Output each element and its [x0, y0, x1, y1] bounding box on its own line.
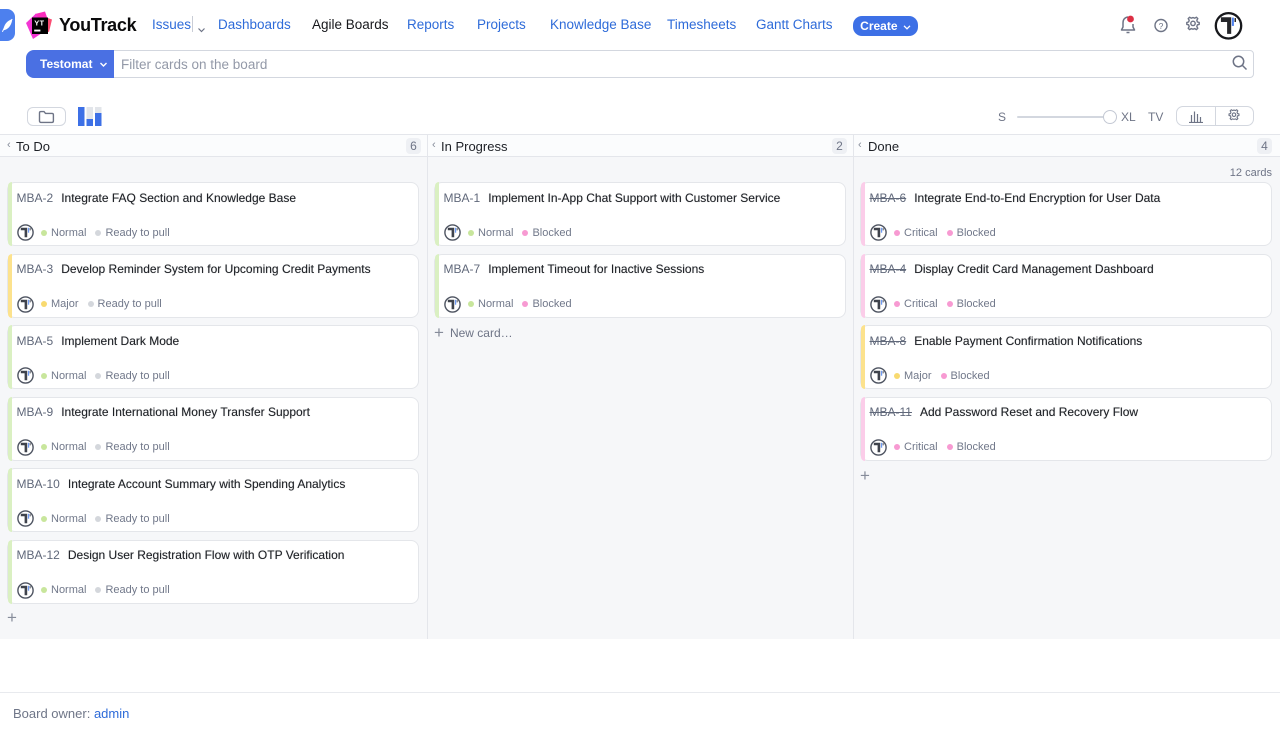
- svg-text:?: ?: [1159, 21, 1164, 31]
- svg-text:YT: YT: [34, 18, 44, 27]
